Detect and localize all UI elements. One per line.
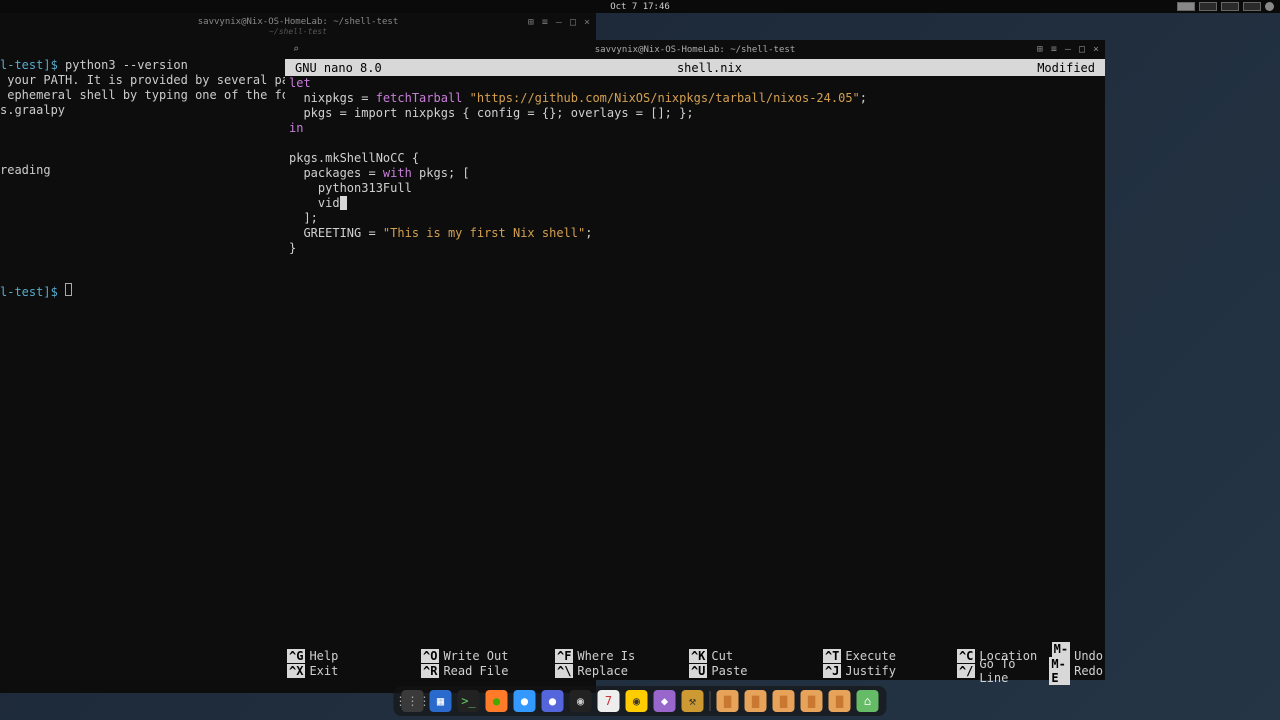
dock-dev-app[interactable]: ⚒ bbox=[682, 690, 704, 712]
close-icon[interactable]: × bbox=[1093, 44, 1099, 55]
dock-browser-blue[interactable]: ● bbox=[514, 690, 536, 712]
editor-content[interactable]: let nixpkgs = fetchTarball "https://gith… bbox=[285, 76, 1105, 648]
new-tab-icon[interactable]: ⊞ bbox=[528, 17, 534, 28]
minimize-icon[interactable]: – bbox=[1065, 44, 1071, 55]
top-menu-bar: Oct 7 17:46 bbox=[0, 0, 1280, 13]
nano-shortcut-bar: ^GHelp ^OWrite Out ^FWhere Is ^KCut ^TEx… bbox=[285, 648, 1105, 680]
nano-status: Modified bbox=[1037, 61, 1095, 75]
dock-music[interactable]: ◉ bbox=[626, 690, 648, 712]
dock-folder-1[interactable]: ▇ bbox=[745, 690, 767, 712]
dock-separator bbox=[710, 691, 711, 711]
dock-folder-0[interactable]: ▇ bbox=[717, 690, 739, 712]
nano-version: GNU nano 8.0 bbox=[295, 61, 382, 75]
dock-folder-2[interactable]: ▇ bbox=[773, 690, 795, 712]
dock-settings[interactable]: ⌂ bbox=[857, 690, 879, 712]
close-icon[interactable]: × bbox=[584, 17, 590, 28]
window-title: savvynix@Nix-OS-HomeLab: ~/shell-test bbox=[0, 17, 596, 27]
dock-purple-app[interactable]: ◆ bbox=[654, 690, 676, 712]
maximize-icon[interactable]: □ bbox=[570, 17, 576, 28]
dock-browser-indigo[interactable]: ● bbox=[542, 690, 564, 712]
menu-icon[interactable]: ≡ bbox=[542, 17, 548, 28]
dock[interactable]: ⋮⋮⋮ ▦ >_ ● ● ● ◉ 7 ◉ ◆ ⚒ ▇ ▇ ▇ ▇ ▇ ⌂ bbox=[394, 686, 887, 716]
menu-icon[interactable]: ≡ bbox=[1051, 44, 1057, 55]
editor-terminal-window[interactable]: ⌕ savvynix@Nix-OS-HomeLab: ~/shell-test … bbox=[285, 40, 1105, 680]
nano-header-bar: GNU nano 8.0 shell.nix Modified bbox=[285, 59, 1105, 76]
tray-indicator-2[interactable] bbox=[1221, 2, 1239, 11]
system-tray[interactable] bbox=[1177, 0, 1274, 13]
editor-cursor bbox=[340, 196, 347, 210]
dock-calendar[interactable]: 7 bbox=[598, 690, 620, 712]
clock: Oct 7 17:46 bbox=[610, 2, 670, 12]
dock-obs[interactable]: ◉ bbox=[570, 690, 592, 712]
dock-firefox[interactable]: ● bbox=[486, 690, 508, 712]
dock-terminal[interactable]: >_ bbox=[458, 690, 480, 712]
window-subtitle: ~/shell-test bbox=[0, 27, 596, 36]
dock-files[interactable]: ▦ bbox=[430, 690, 452, 712]
search-icon[interactable]: ⌕ bbox=[293, 44, 299, 55]
dock-folder-4[interactable]: ▇ bbox=[829, 690, 851, 712]
tray-indicator-3[interactable] bbox=[1243, 2, 1261, 11]
window-title: savvynix@Nix-OS-HomeLab: ~/shell-test bbox=[595, 45, 795, 55]
cursor bbox=[65, 283, 72, 296]
dock-folder-3[interactable]: ▇ bbox=[801, 690, 823, 712]
window-titlebar[interactable]: ⌕ savvynix@Nix-OS-HomeLab: ~/shell-test … bbox=[285, 40, 1105, 59]
maximize-icon[interactable]: □ bbox=[1079, 44, 1085, 55]
new-tab-icon[interactable]: ⊞ bbox=[1037, 44, 1043, 55]
battery-indicator[interactable] bbox=[1177, 2, 1195, 11]
power-icon[interactable] bbox=[1265, 2, 1274, 11]
minimize-icon[interactable]: – bbox=[556, 17, 562, 28]
window-controls: ⊞ ≡ – □ × bbox=[1037, 44, 1099, 55]
dock-apps-grid[interactable]: ⋮⋮⋮ bbox=[402, 690, 424, 712]
tray-indicator-1[interactable] bbox=[1199, 2, 1217, 11]
nano-filename: shell.nix bbox=[382, 61, 1038, 75]
window-controls: ⊞ ≡ – □ × bbox=[528, 17, 590, 28]
